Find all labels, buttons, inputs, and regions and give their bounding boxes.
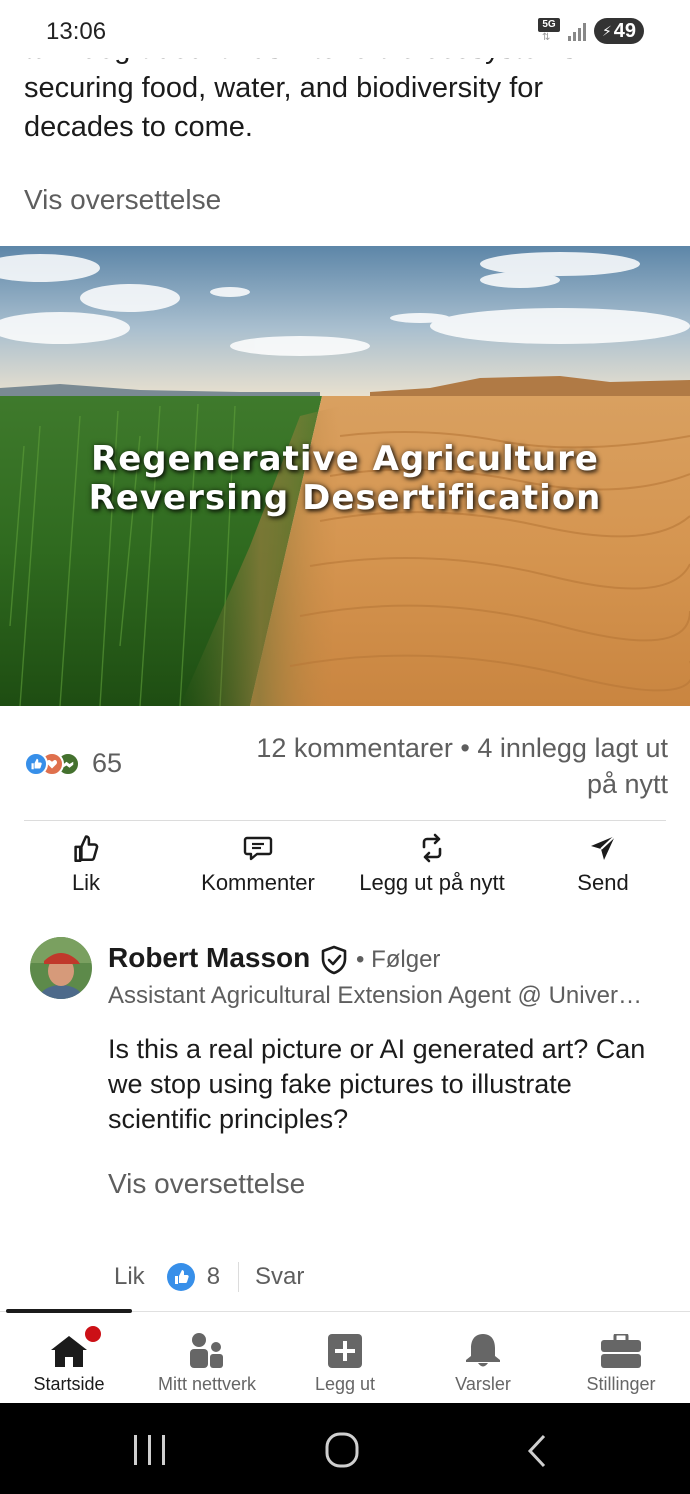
nav-label: Stillinger — [586, 1374, 656, 1394]
repost-label: Legg ut på nytt — [359, 870, 505, 895]
repost-button[interactable]: Legg ut på nytt — [350, 832, 514, 896]
verified-shield-icon — [320, 945, 348, 980]
post-image[interactable]: Regenerative Agriculture Reversing Deser… — [0, 246, 690, 706]
like-button[interactable]: Lik — [56, 832, 116, 896]
comment-like-button[interactable]: Lik — [114, 1263, 145, 1291]
nav-item-notifications[interactable]: Varsler — [414, 1312, 552, 1404]
nav-item-home[interactable]: Startside — [0, 1312, 138, 1404]
post-text-line: securing food, water, and biodiversity f… — [24, 72, 544, 104]
send-button[interactable]: Send — [568, 832, 638, 896]
status-icons: 5G ⇅ ⚡ 49 — [538, 18, 644, 44]
recent-apps-icon — [134, 1435, 165, 1465]
battery-level: 49 — [613, 19, 637, 42]
battery-icon: ⚡ 49 — [594, 18, 644, 44]
reaction-count: 65 — [92, 748, 123, 778]
thumbs-up-icon — [72, 832, 100, 864]
comment-actions: Lik 8 Svar — [114, 1262, 304, 1292]
commenter-headline: Assistant Agricultural Extension Agent @… — [108, 982, 648, 1009]
commenter-avatar[interactable] — [30, 937, 92, 999]
network-5g-icon: 5G ⇅ — [538, 18, 560, 44]
home-circle-icon — [325, 1432, 359, 1468]
comment-icon — [243, 832, 273, 864]
like-reaction-icon — [24, 751, 48, 776]
nav-label: Legg ut — [314, 1374, 376, 1394]
home-button[interactable] — [324, 1431, 360, 1469]
show-translation-link[interactable]: Vis oversettelse — [24, 184, 221, 216]
reactions-summary[interactable]: 65 — [24, 748, 122, 779]
comment-like-count[interactable]: 8 — [207, 1263, 220, 1291]
comment-text: Is this a real picture or AI generated a… — [108, 1034, 646, 1134]
separator — [238, 1262, 240, 1292]
send-icon — [589, 832, 617, 864]
reply-button[interactable]: Svar — [255, 1263, 304, 1291]
nav-label: Startside — [33, 1374, 105, 1394]
comments-reposts-count[interactable]: 12 kommentarer • 4 innlegg lagt ut på ny… — [228, 730, 668, 802]
home-icon — [49, 1324, 103, 1368]
comment-button[interactable]: Kommenter — [188, 832, 328, 896]
image-caption-line: Reversing Desertification — [88, 478, 602, 518]
post-text-line: decades to come. — [24, 111, 253, 143]
notification-dot — [83, 1324, 103, 1344]
bell-icon — [464, 1332, 502, 1368]
comment-label: Kommenter — [201, 870, 315, 895]
divider — [24, 820, 666, 821]
recent-apps-button[interactable] — [130, 1433, 170, 1467]
like-label: Lik — [71, 870, 101, 895]
briefcase-icon — [601, 1332, 641, 1368]
commenter-name[interactable]: Robert Masson — [108, 942, 310, 974]
system-nav-bar — [0, 1403, 690, 1494]
repost-icon — [419, 832, 445, 864]
nav-item-post[interactable]: Legg ut — [276, 1312, 414, 1404]
image-caption-line: Regenerative Agriculture — [91, 439, 599, 479]
back-chevron-icon — [527, 1434, 546, 1468]
like-reaction-icon — [166, 1263, 195, 1291]
bottom-nav: Startside Mitt nettverk Legg ut Varsler … — [0, 1311, 690, 1403]
active-tab-indicator — [6, 1309, 132, 1313]
nav-label: Mitt nettverk — [157, 1374, 257, 1394]
following-label: • Følger — [356, 946, 441, 973]
nav-label: Varsler — [455, 1374, 511, 1394]
signal-icon — [568, 21, 586, 41]
post-icon — [328, 1332, 362, 1368]
send-label: Send — [577, 870, 629, 895]
back-button[interactable] — [522, 1433, 552, 1469]
nav-item-network[interactable]: Mitt nettverk — [138, 1312, 276, 1404]
status-bar: 13:06 5G ⇅ ⚡ 49 — [0, 0, 690, 58]
nav-item-jobs[interactable]: Stillinger — [552, 1312, 690, 1404]
comment-show-translation-link[interactable]: Vis oversettelse — [108, 1168, 305, 1200]
network-icon — [188, 1332, 226, 1368]
status-time: 13:06 — [46, 18, 107, 45]
